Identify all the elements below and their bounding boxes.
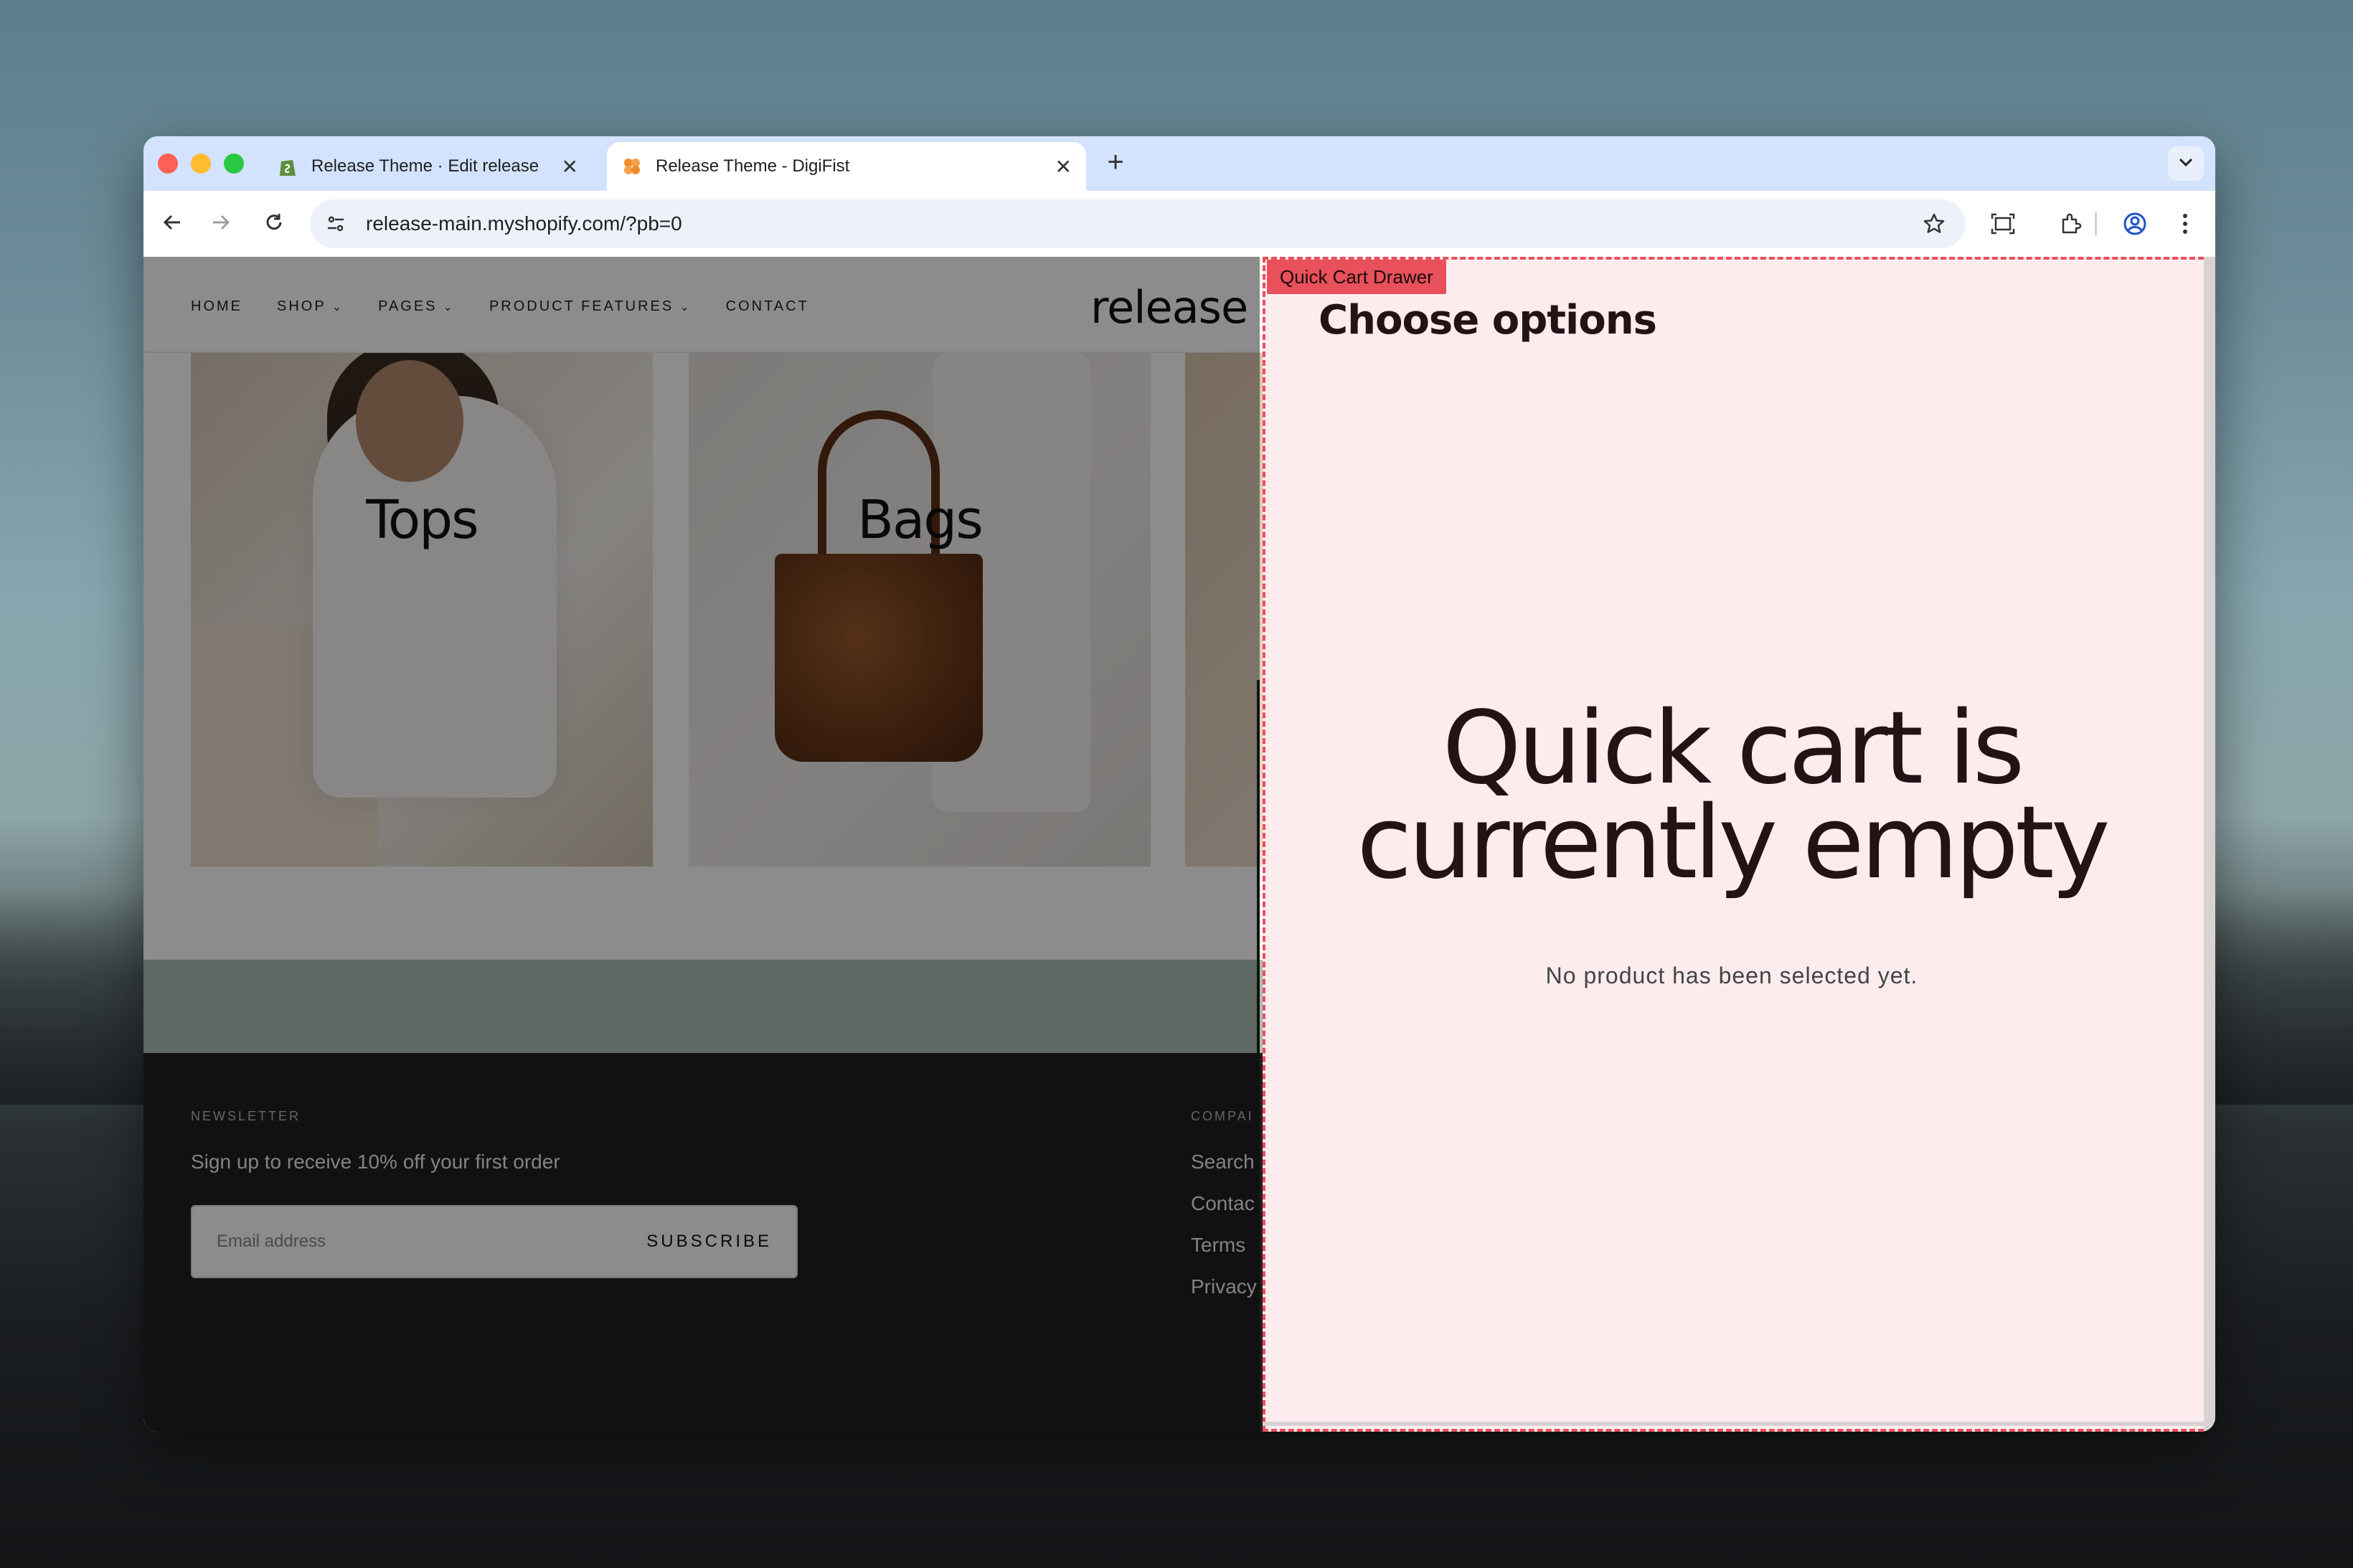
forward-button[interactable] bbox=[204, 207, 238, 241]
empty-title-line: currently empty bbox=[1357, 785, 2110, 902]
tab-bar: Release Theme · Edit release ✕ Release T… bbox=[143, 136, 2215, 191]
reload-icon bbox=[263, 212, 285, 237]
drawer-edge bbox=[1257, 680, 1260, 1432]
arrow-left-icon bbox=[161, 212, 183, 237]
empty-cart-title: Quick cart is currently empty bbox=[1291, 690, 2172, 902]
close-tab-icon[interactable]: ✕ bbox=[1055, 155, 1072, 179]
web-page: HOME SHOP ⌄ PAGES ⌄ PRODUCT FEATURES ⌄ CONT… bbox=[143, 257, 2215, 1432]
arrow-right-icon bbox=[210, 212, 232, 237]
shopify-icon bbox=[277, 156, 298, 177]
minimize-window-button[interactable] bbox=[191, 154, 211, 174]
drawer-tag: Quick Cart Drawer bbox=[1267, 260, 1446, 294]
close-window-button[interactable] bbox=[158, 154, 178, 174]
tab-search-button[interactable] bbox=[2168, 146, 2204, 181]
drawer-shadow bbox=[2204, 257, 2215, 1432]
digifist-icon bbox=[621, 156, 643, 177]
profile-icon[interactable] bbox=[2118, 207, 2152, 241]
address-bar[interactable]: release-main.myshopify.com/?pb=0 bbox=[310, 199, 1966, 248]
url-text[interactable]: release-main.myshopify.com/?pb=0 bbox=[366, 212, 1917, 235]
bookmark-star-icon[interactable] bbox=[1917, 207, 1951, 241]
new-tab-button[interactable]: + bbox=[1098, 146, 1133, 179]
site-info-icon[interactable] bbox=[314, 202, 357, 245]
tab-title: Release Theme - DigiFist bbox=[656, 156, 850, 176]
chevron-down-icon bbox=[2178, 157, 2194, 171]
back-button[interactable] bbox=[155, 207, 189, 241]
zoom-window-button[interactable] bbox=[224, 154, 244, 174]
tab-digifist[interactable]: Release Theme - DigiFist ✕ bbox=[607, 142, 1086, 191]
browser-menu-icon[interactable] bbox=[2168, 207, 2202, 241]
drawer-shadow bbox=[1263, 1422, 2204, 1426]
drawer-title: Choose options bbox=[1319, 297, 1657, 344]
empty-title-line: Quick cart is bbox=[1442, 690, 2025, 807]
close-tab-icon[interactable]: ✕ bbox=[562, 155, 578, 179]
tab-title: Release Theme · Edit release bbox=[311, 156, 539, 176]
browser-window: Release Theme · Edit release ✕ Release T… bbox=[143, 136, 2215, 1432]
drawer-backdrop[interactable] bbox=[143, 257, 1260, 1432]
browser-toolbar: release-main.myshopify.com/?pb=0 bbox=[143, 191, 2215, 257]
screenshot-icon[interactable] bbox=[1986, 207, 2020, 241]
empty-cart-subtitle: No product has been selected yet. bbox=[1545, 963, 1918, 988]
extensions-icon[interactable] bbox=[2053, 207, 2088, 241]
tab-shopify-editor[interactable]: Release Theme · Edit release ✕ bbox=[263, 142, 593, 191]
toolbar-divider bbox=[2095, 212, 2097, 235]
reload-button[interactable] bbox=[257, 207, 291, 241]
